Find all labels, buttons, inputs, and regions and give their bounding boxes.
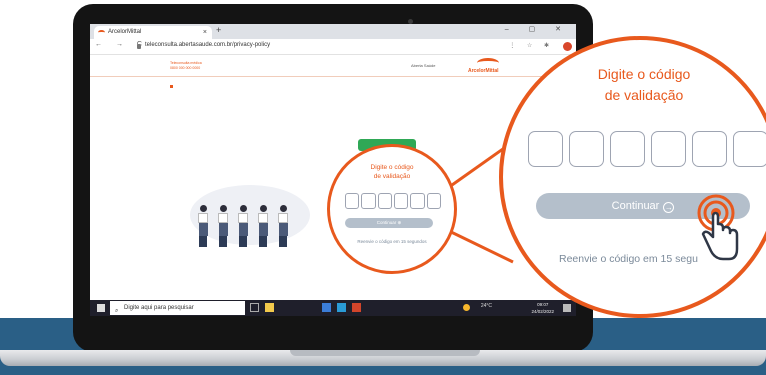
small-validation-title: Digite o código de validação — [370, 164, 414, 180]
notification-icon[interactable] — [563, 304, 571, 312]
continue-label: Continuar — [611, 200, 660, 212]
small-resend-text: Reenvie o código em 15 segundos — [357, 239, 427, 244]
person-figure — [278, 205, 288, 247]
window-controls[interactable]: – ▢ ✕ — [505, 25, 570, 33]
header-phone: 0800 000 000 0000 — [170, 66, 201, 70]
app-icon[interactable] — [337, 303, 346, 312]
zoom-magnifier-circle: Digite o código de validação Continuar → … — [499, 36, 766, 318]
people-illustration — [190, 175, 310, 255]
file-explorer-icon[interactable] — [265, 303, 274, 312]
small-code-boxes — [345, 193, 441, 209]
tap-gesture-icon — [697, 194, 739, 261]
windows-taskbar: ⌕ Digite aqui para pesquisar 24°C 09:07 … — [90, 300, 576, 316]
laptop-base — [0, 350, 766, 366]
arcelormittal-logo[interactable]: ArcelorMittal — [468, 56, 508, 76]
taskbar-search-placeholder: Digite aqui para pesquisar — [124, 305, 194, 311]
new-tab-button[interactable]: + — [216, 25, 221, 35]
code-digit-input[interactable] — [733, 131, 766, 167]
url-field[interactable]: teleconsulta.abertasaude.com.br/privacy-… — [145, 42, 270, 48]
code-digit-input[interactable] — [377, 193, 392, 209]
weather-temp[interactable]: 24°C — [481, 303, 492, 309]
code-digit-input[interactable] — [410, 193, 425, 209]
code-digit-input[interactable] — [361, 193, 376, 209]
logo-text: ArcelorMittal — [468, 68, 499, 74]
code-input-boxes — [528, 131, 766, 167]
code-digit-input[interactable] — [651, 131, 686, 167]
profile-avatar-icon[interactable] — [563, 42, 572, 51]
taskbar-search[interactable]: ⌕ Digite aqui para pesquisar — [110, 301, 245, 315]
address-bar: ← → C teleconsulta.abertasaude.com.br/pr… — [90, 39, 576, 55]
stage: ArcelorMittal × + – ▢ ✕ ← → C teleconsul… — [0, 0, 766, 375]
validation-title: Digite o código de validação — [503, 64, 766, 106]
header-service-label: Teleconsulta médica — [170, 61, 202, 65]
logo-arc-icon — [477, 58, 499, 68]
menu-dot-icon[interactable] — [170, 85, 173, 88]
app-icon[interactable] — [322, 303, 331, 312]
weather-icon[interactable] — [463, 304, 470, 311]
browser-tab-bar: ArcelorMittal × + – ▢ ✕ — [90, 24, 576, 39]
tab-title: ArcelorMittal — [108, 29, 142, 35]
clock-date: 24/02/2022 — [531, 309, 554, 314]
person-figure — [198, 205, 208, 247]
task-view-icon[interactable] — [250, 303, 259, 312]
validation-title-line1: Digite o código — [597, 66, 691, 82]
arrow-right-circle-icon: → — [663, 202, 675, 213]
resend-code-text: Reenvie o código em 15 segu — [559, 253, 698, 265]
clock-time: 09:07 — [537, 302, 549, 307]
code-digit-input[interactable] — [569, 131, 604, 167]
code-digit-input[interactable] — [692, 131, 727, 167]
extension-icons[interactable]: ⋮ ☆ ✱ — [509, 42, 554, 49]
code-digit-input[interactable] — [610, 131, 645, 167]
app-icon[interactable] — [352, 303, 361, 312]
code-digit-input[interactable] — [393, 193, 409, 209]
small-magnifier-circle: Digite o código de validação Continuar ⊕ … — [327, 144, 457, 274]
validation-title-line2: de validação — [604, 87, 684, 103]
browser-tab[interactable]: ArcelorMittal × — [94, 26, 212, 39]
search-icon: ⌕ — [115, 308, 119, 314]
person-figure — [238, 205, 248, 247]
laptop-notch — [290, 350, 480, 356]
person-figure — [258, 205, 268, 247]
illustration-backdrop — [190, 185, 310, 245]
code-digit-input[interactable] — [528, 131, 563, 167]
windows-start-icon[interactable] — [97, 304, 105, 312]
code-digit-input[interactable] — [426, 193, 441, 209]
arcelormittal-favicon-icon — [98, 30, 105, 35]
partner-label: Aberta Saúde — [411, 63, 436, 68]
taskbar-clock[interactable]: 09:07 24/02/2022 — [531, 301, 554, 315]
small-continue-button[interactable]: Continuar ⊕ — [345, 218, 433, 228]
tab-close-icon[interactable]: × — [203, 26, 207, 39]
code-digit-input[interactable] — [345, 193, 360, 209]
person-figure — [218, 205, 228, 247]
lock-icon[interactable] — [137, 44, 141, 49]
